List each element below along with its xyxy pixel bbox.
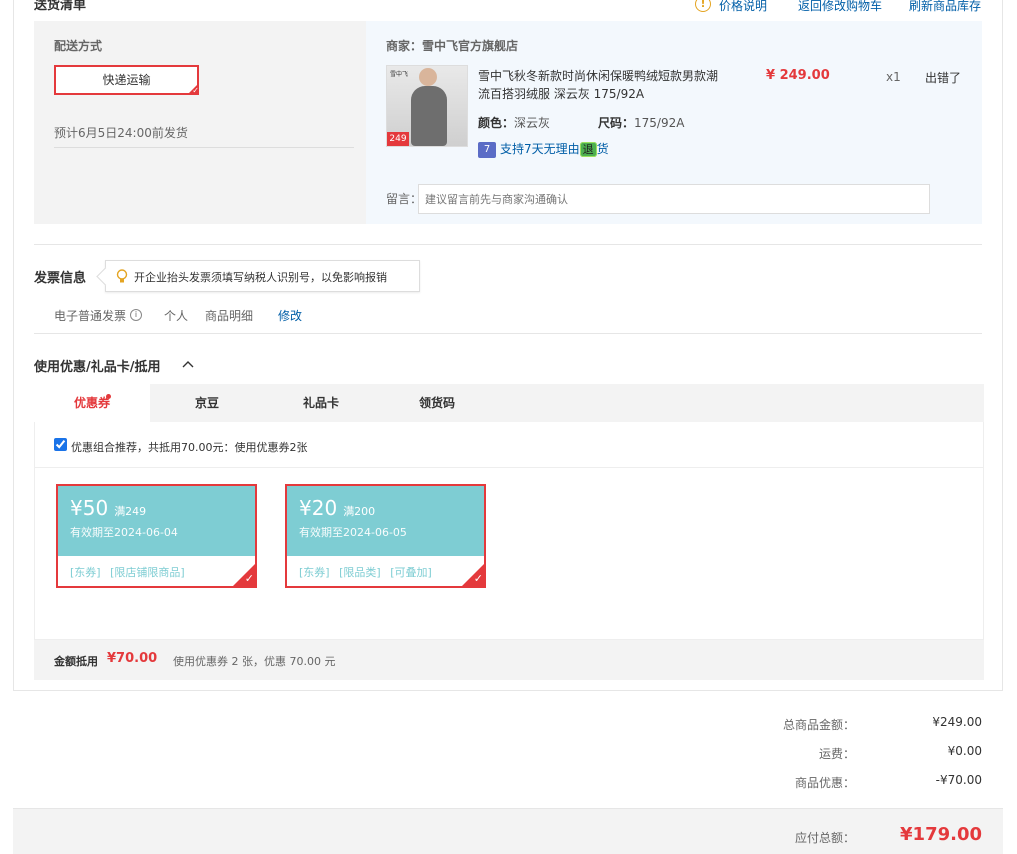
size-value: 175/92A — [634, 116, 685, 130]
coupon-tag: [可叠加] — [390, 566, 432, 579]
product-title[interactable]: 雪中飞秋冬新款时尚休闲保暖鸭绒短款男款潮 流百搭羽绒服 深云灰 175/92A — [478, 67, 728, 103]
goods-total-value: ¥249.00 — [932, 715, 982, 729]
coupon-card[interactable]: ¥20 满200 有效期至2024-06-05 [东券] [限品类] [可叠加] … — [285, 484, 486, 588]
coupon-condition: 满200 — [343, 505, 376, 518]
shipping-fee-label: 运费： — [818, 747, 855, 761]
coupon-card[interactable]: ¥50 满249 有效期至2024-06-04 [东券] [限店铺限商品] ✓ — [56, 484, 257, 588]
product-price: ¥ 249.00 — [766, 68, 830, 83]
product-size: 尺码：175/92A — [598, 114, 684, 131]
return-text-suffix: 货 — [596, 142, 609, 156]
coupon-tag: [限店铺限商品] — [110, 566, 185, 579]
coupon-expiry: 有效期至2024-06-04 — [70, 526, 178, 539]
coupon-top: ¥20 满200 有效期至2024-06-05 — [287, 486, 484, 556]
divider — [54, 147, 354, 148]
thumb-head — [419, 68, 437, 86]
payable-label: 应付总额： — [794, 831, 855, 845]
info-icon[interactable]: i — [130, 309, 142, 321]
invoice-detail: 商品明细 — [205, 309, 254, 323]
product-thumbnail[interactable]: 雪中飞 249 — [386, 65, 468, 147]
color-label: 颜色： — [478, 116, 515, 130]
shipping-label: 配送方式 — [54, 39, 103, 53]
merchant-label: 商家： — [386, 39, 423, 53]
ship-estimate: 预计6月5日24:00前发货 — [54, 126, 188, 140]
chevron-up-icon[interactable] — [181, 359, 195, 369]
divider — [35, 467, 983, 468]
combo-checkbox[interactable] — [54, 438, 67, 451]
coupon-expiry: 有效期至2024-06-05 — [299, 526, 407, 539]
tab-coupon-label: 优惠券 — [73, 396, 110, 410]
summary-label: 金额抵用 — [54, 655, 98, 668]
payable-value: ¥179.00 — [900, 824, 982, 845]
discount-tabs: 优惠券 京豆 礼品卡 领货码 — [34, 384, 984, 422]
coupon-top: ¥50 满249 有效期至2024-06-04 — [58, 486, 255, 556]
invoice-title: 发票信息 — [34, 271, 87, 286]
invoice-holder: 个人 — [164, 309, 189, 323]
size-label: 尺码： — [598, 116, 635, 130]
coupon-tags: [东券] [限店铺限商品] — [58, 556, 255, 586]
invoice-tip: 开企业抬头发票须填写纳税人识别号，以免影响报销 — [105, 260, 420, 292]
express-option[interactable]: 快递运输 ✓ — [54, 65, 199, 95]
product-status: 出错了 — [925, 71, 962, 85]
invoice-type: 电子普通发票 — [54, 309, 127, 323]
coupon-amount: ¥50 — [70, 496, 109, 520]
lightbulb-icon — [116, 269, 128, 283]
coupon-tag: [东券] — [70, 566, 101, 579]
return-policy-link[interactable]: 支持7天无理由退货 — [500, 140, 609, 157]
tab-jingdou[interactable]: 京豆 — [174, 384, 240, 422]
selected-check-icon: ✓ — [233, 564, 255, 586]
invoice-edit-link[interactable]: 修改 — [278, 307, 302, 324]
divider — [34, 333, 982, 334]
selected-check-icon: ✓ — [462, 564, 484, 586]
coupon-amount: ¥20 — [299, 496, 338, 520]
product-title-line1: 雪中飞秋冬新款时尚休闲保暖鸭绒短款男款潮 — [478, 69, 719, 83]
thumb-price-badge: 249 — [387, 132, 409, 146]
selected-check-icon: ✓ — [187, 83, 199, 95]
discount-title[interactable]: 使用优惠/礼品卡/抵用 — [34, 356, 161, 375]
return-highlight: 退 — [579, 142, 597, 157]
color-value: 深云灰 — [514, 116, 551, 130]
coupon-condition: 满249 — [114, 505, 147, 518]
price-note-link[interactable]: 价格说明 — [719, 0, 767, 14]
coupon-tag: [东券] — [299, 566, 330, 579]
tab-coupon[interactable]: 优惠券 — [34, 384, 150, 422]
message-label: 留言： — [386, 192, 423, 206]
coupon-tags: [东券] [限品类] [可叠加] — [287, 556, 484, 586]
new-dot-indicator — [106, 394, 111, 399]
invoice-tip-text: 开企业抬头发票须填写纳税人识别号，以免影响报销 — [134, 271, 387, 284]
seven-day-return-icon: 7 — [478, 142, 496, 158]
goods-discount-value: -¥70.00 — [935, 773, 982, 787]
tab-giftcard[interactable]: 礼品卡 — [288, 384, 354, 422]
coupon-tag: [限品类] — [339, 566, 381, 579]
message-input[interactable] — [418, 184, 930, 214]
product-color: 颜色：深云灰 — [478, 114, 550, 131]
shipping-fee-value: ¥0.00 — [947, 744, 982, 758]
express-option-label: 快递运输 — [102, 73, 151, 87]
return-text-prefix: 支持7天无理由 — [500, 142, 580, 156]
divider — [34, 244, 982, 245]
product-title-line2: 流百搭羽绒服 深云灰 175/92A — [478, 87, 645, 101]
merchant-name[interactable]: 雪中飞官方旗舰店 — [422, 39, 518, 53]
product-qty: x1 — [886, 70, 901, 84]
tab-pickup-code[interactable]: 领货码 — [404, 384, 470, 422]
thumb-brand: 雪中飞 — [390, 71, 409, 78]
refresh-stock-link[interactable]: 刷新商品库存 — [909, 0, 981, 14]
thumb-jacket — [411, 86, 447, 146]
delivery-list-title: 送货清单 — [34, 0, 87, 13]
combo-text: 优惠组合推荐，共抵用70.00元：使用优惠券2张 — [71, 441, 308, 454]
summary-amount: ¥70.00 — [107, 651, 158, 666]
goods-discount-label: 商品优惠： — [794, 776, 855, 790]
merchant-row: 商家：雪中飞官方旗舰店 — [386, 37, 518, 54]
back-to-cart-link[interactable]: 返回修改购物车 — [798, 0, 882, 14]
summary-text: 使用优惠券 2 张，优惠 70.00 元 — [173, 655, 336, 668]
goods-total-label: 总商品金额： — [782, 718, 855, 732]
